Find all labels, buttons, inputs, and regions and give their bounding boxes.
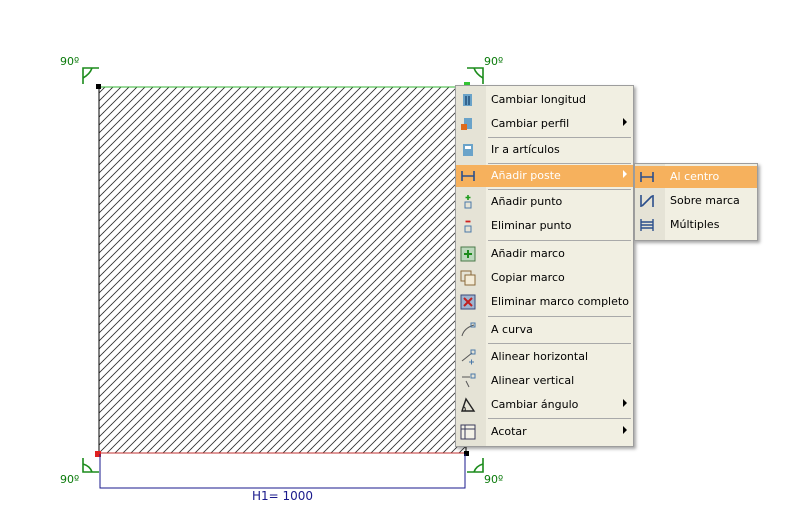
menu-item-label: Al centro	[670, 170, 720, 183]
menu-item-label: Alinear horizontal	[491, 350, 589, 363]
corner-node-top-left[interactable]	[96, 84, 101, 89]
submenu-item-sobre-marca[interactable]: Sobre marca	[635, 190, 757, 212]
menu-item-label: Alinear vertical	[491, 374, 575, 387]
menu-item-anadir-marco[interactable]: Añadir marco	[456, 243, 633, 265]
menu-item-anadir-poste[interactable]: Añadir poste	[456, 165, 633, 187]
remove-point-icon	[464, 220, 472, 233]
menu-separator	[488, 343, 631, 344]
menu-item-label: Cambiar ángulo	[491, 398, 579, 411]
menu-item-label: Copiar marco	[491, 271, 565, 284]
menu-item-label: Sobre marca	[670, 194, 740, 207]
menu-item-cambiar-perfil[interactable]: Cambiar perfil	[456, 113, 633, 135]
post-multiple-icon	[640, 219, 654, 231]
menu-separator	[488, 189, 631, 190]
submenu-item-multiples[interactable]: Múltiples	[635, 214, 757, 236]
change-profile-icon	[461, 118, 472, 130]
curve-icon	[461, 322, 476, 337]
menu-item-alinear-horizontal[interactable]: Alinear horizontal	[456, 346, 633, 368]
menu-item-label: Cambiar longitud	[491, 93, 586, 106]
angle-label-bottom-left: 90º	[60, 473, 80, 486]
change-angle-icon	[461, 397, 476, 412]
angle-label-bottom-right: 90º	[484, 473, 504, 486]
menu-item-label: Añadir poste	[491, 169, 561, 182]
dimension-icon	[460, 424, 476, 440]
submenu-arrow-icon	[623, 118, 627, 126]
angle-label-top-right: 90º	[484, 55, 504, 68]
menu-separator	[488, 418, 631, 419]
menu-item-copiar-marco[interactable]: Copiar marco	[456, 267, 633, 289]
menu-item-label: Añadir punto	[491, 195, 563, 208]
menu-item-acotar[interactable]: Acotar	[456, 421, 633, 443]
menu-item-alinear-vertical[interactable]: Alinear vertical	[456, 370, 633, 392]
menu-separator	[488, 240, 631, 241]
angle-label-top-left: 90º	[60, 55, 80, 68]
context-menu: Cambiar longitud Cambiar perfil Ir a art…	[455, 85, 634, 447]
frame-panel[interactable]	[99, 87, 466, 453]
delete-frame-icon	[460, 294, 476, 310]
menu-item-a-curva[interactable]: A curva	[456, 319, 633, 341]
add-frame-icon	[460, 246, 476, 262]
menu-separator	[488, 163, 631, 164]
drawing-canvas[interactable]: 90º 90º 90º 90º H1= 1000	[0, 0, 804, 527]
menu-item-label: Cambiar perfil	[491, 117, 570, 130]
submenu-arrow-icon	[623, 170, 627, 178]
menu-item-cambiar-longitud[interactable]: Cambiar longitud	[456, 89, 633, 111]
menu-item-eliminar-marco-completo[interactable]: Eliminar marco completo	[456, 291, 633, 313]
menu-item-ir-a-articulos[interactable]: Ir a artículos	[456, 139, 633, 161]
menu-item-label: Añadir marco	[491, 247, 565, 260]
frame-drawing	[82, 67, 501, 489]
menu-item-anadir-punto[interactable]: Añadir punto	[456, 191, 633, 213]
menu-separator	[488, 137, 631, 138]
menu-item-label: Eliminar marco completo	[491, 295, 629, 308]
align-vertical-icon	[462, 373, 476, 388]
menu-item-label: Eliminar punto	[491, 219, 572, 232]
menu-item-cambiar-angulo[interactable]: Cambiar ángulo	[456, 394, 633, 416]
add-post-icon	[461, 171, 475, 181]
menu-item-label: Ir a artículos	[491, 143, 560, 156]
go-to-articles-icon	[463, 144, 473, 156]
menu-item-label: Acotar	[491, 425, 527, 438]
submenu-item-al-centro[interactable]: Al centro	[635, 166, 757, 188]
submenu-arrow-icon	[623, 399, 627, 407]
change-length-icon	[463, 94, 472, 106]
menu-item-label: Múltiples	[670, 218, 720, 231]
menu-separator	[488, 316, 631, 317]
menu-item-label: A curva	[491, 323, 533, 336]
copy-frame-icon	[460, 270, 476, 286]
align-horizontal-icon	[461, 349, 476, 365]
post-on-mark-icon	[640, 195, 654, 207]
add-point-icon	[464, 195, 472, 209]
dimension-label: H1= 1000	[252, 489, 314, 503]
submenu-arrow-icon	[623, 426, 627, 434]
submenu-anadir-poste: Al centro Sobre marca Múltiples	[634, 163, 758, 241]
menu-item-eliminar-punto[interactable]: Eliminar punto	[456, 215, 633, 237]
post-center-icon	[640, 172, 654, 182]
